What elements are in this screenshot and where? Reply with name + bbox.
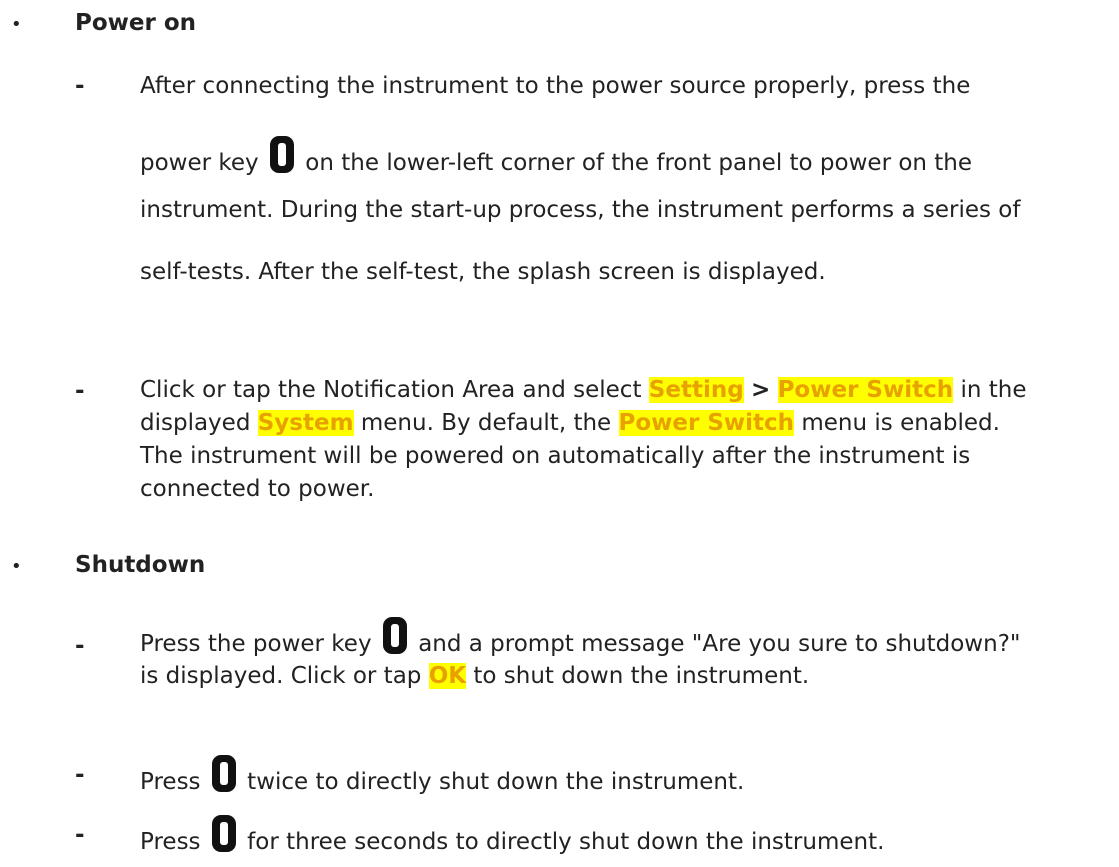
text: on the lower-left corner of the front pa… — [305, 150, 973, 176]
system-menu-label: System — [257, 410, 354, 436]
dash: - — [75, 822, 85, 848]
text: and a prompt message "Are you sure to sh… — [418, 631, 1021, 657]
dash: - — [75, 633, 85, 659]
text: Press — [140, 769, 201, 795]
shutdown-item-3: Press for three seconds to directly shut… — [140, 814, 1110, 855]
power-on-item-2: Click or tap the Notification Area and s… — [140, 374, 1110, 506]
text: Press — [140, 829, 201, 855]
text: is displayed. Click or tap — [140, 663, 422, 689]
text-line: The instrument will be powered on automa… — [140, 443, 971, 469]
power-on-item-1: After connecting the instrument to the p… — [140, 73, 1110, 321]
text: menu is enabled. — [801, 410, 1000, 436]
power-key-icon — [268, 135, 296, 174]
bullet: • — [11, 14, 22, 35]
bullet: • — [11, 556, 22, 577]
text: Click or tap the Notification Area and s… — [140, 377, 642, 403]
dash: - — [75, 378, 85, 404]
power-key-icon — [210, 814, 238, 853]
text-line: connected to power. — [140, 476, 375, 502]
heading-power-on: Power on — [75, 10, 197, 36]
text-line: self-tests. After the self-test, the spl… — [140, 259, 826, 285]
text: menu. By default, the — [360, 410, 612, 436]
heading-shutdown: Shutdown — [75, 552, 206, 578]
power-key-icon — [210, 754, 238, 793]
text: Press the power key — [140, 631, 372, 657]
text: to shut down the instrument. — [473, 663, 810, 689]
text-line: After connecting the instrument to the p… — [140, 73, 971, 99]
dash: - — [75, 73, 85, 99]
separator: > — [750, 377, 771, 403]
text-line: instrument. During the start-up process,… — [140, 197, 1021, 223]
dash: - — [75, 762, 85, 788]
text: power key — [140, 150, 259, 176]
shutdown-item-2: Press twice to directly shut down the in… — [140, 754, 1110, 795]
text: twice to directly shut down the instrume… — [247, 769, 745, 795]
ok-button-label: OK — [428, 663, 467, 689]
power-switch-label: Power Switch — [777, 377, 954, 403]
text: for three seconds to directly shut down … — [247, 829, 885, 855]
shutdown-item-1: Press the power key and a prompt message… — [140, 616, 1110, 693]
power-switch-label: Power Switch — [618, 410, 795, 436]
setting-menu-label: Setting — [648, 377, 744, 403]
text: in the — [960, 377, 1027, 403]
text: displayed — [140, 410, 251, 436]
power-key-icon — [381, 616, 409, 655]
